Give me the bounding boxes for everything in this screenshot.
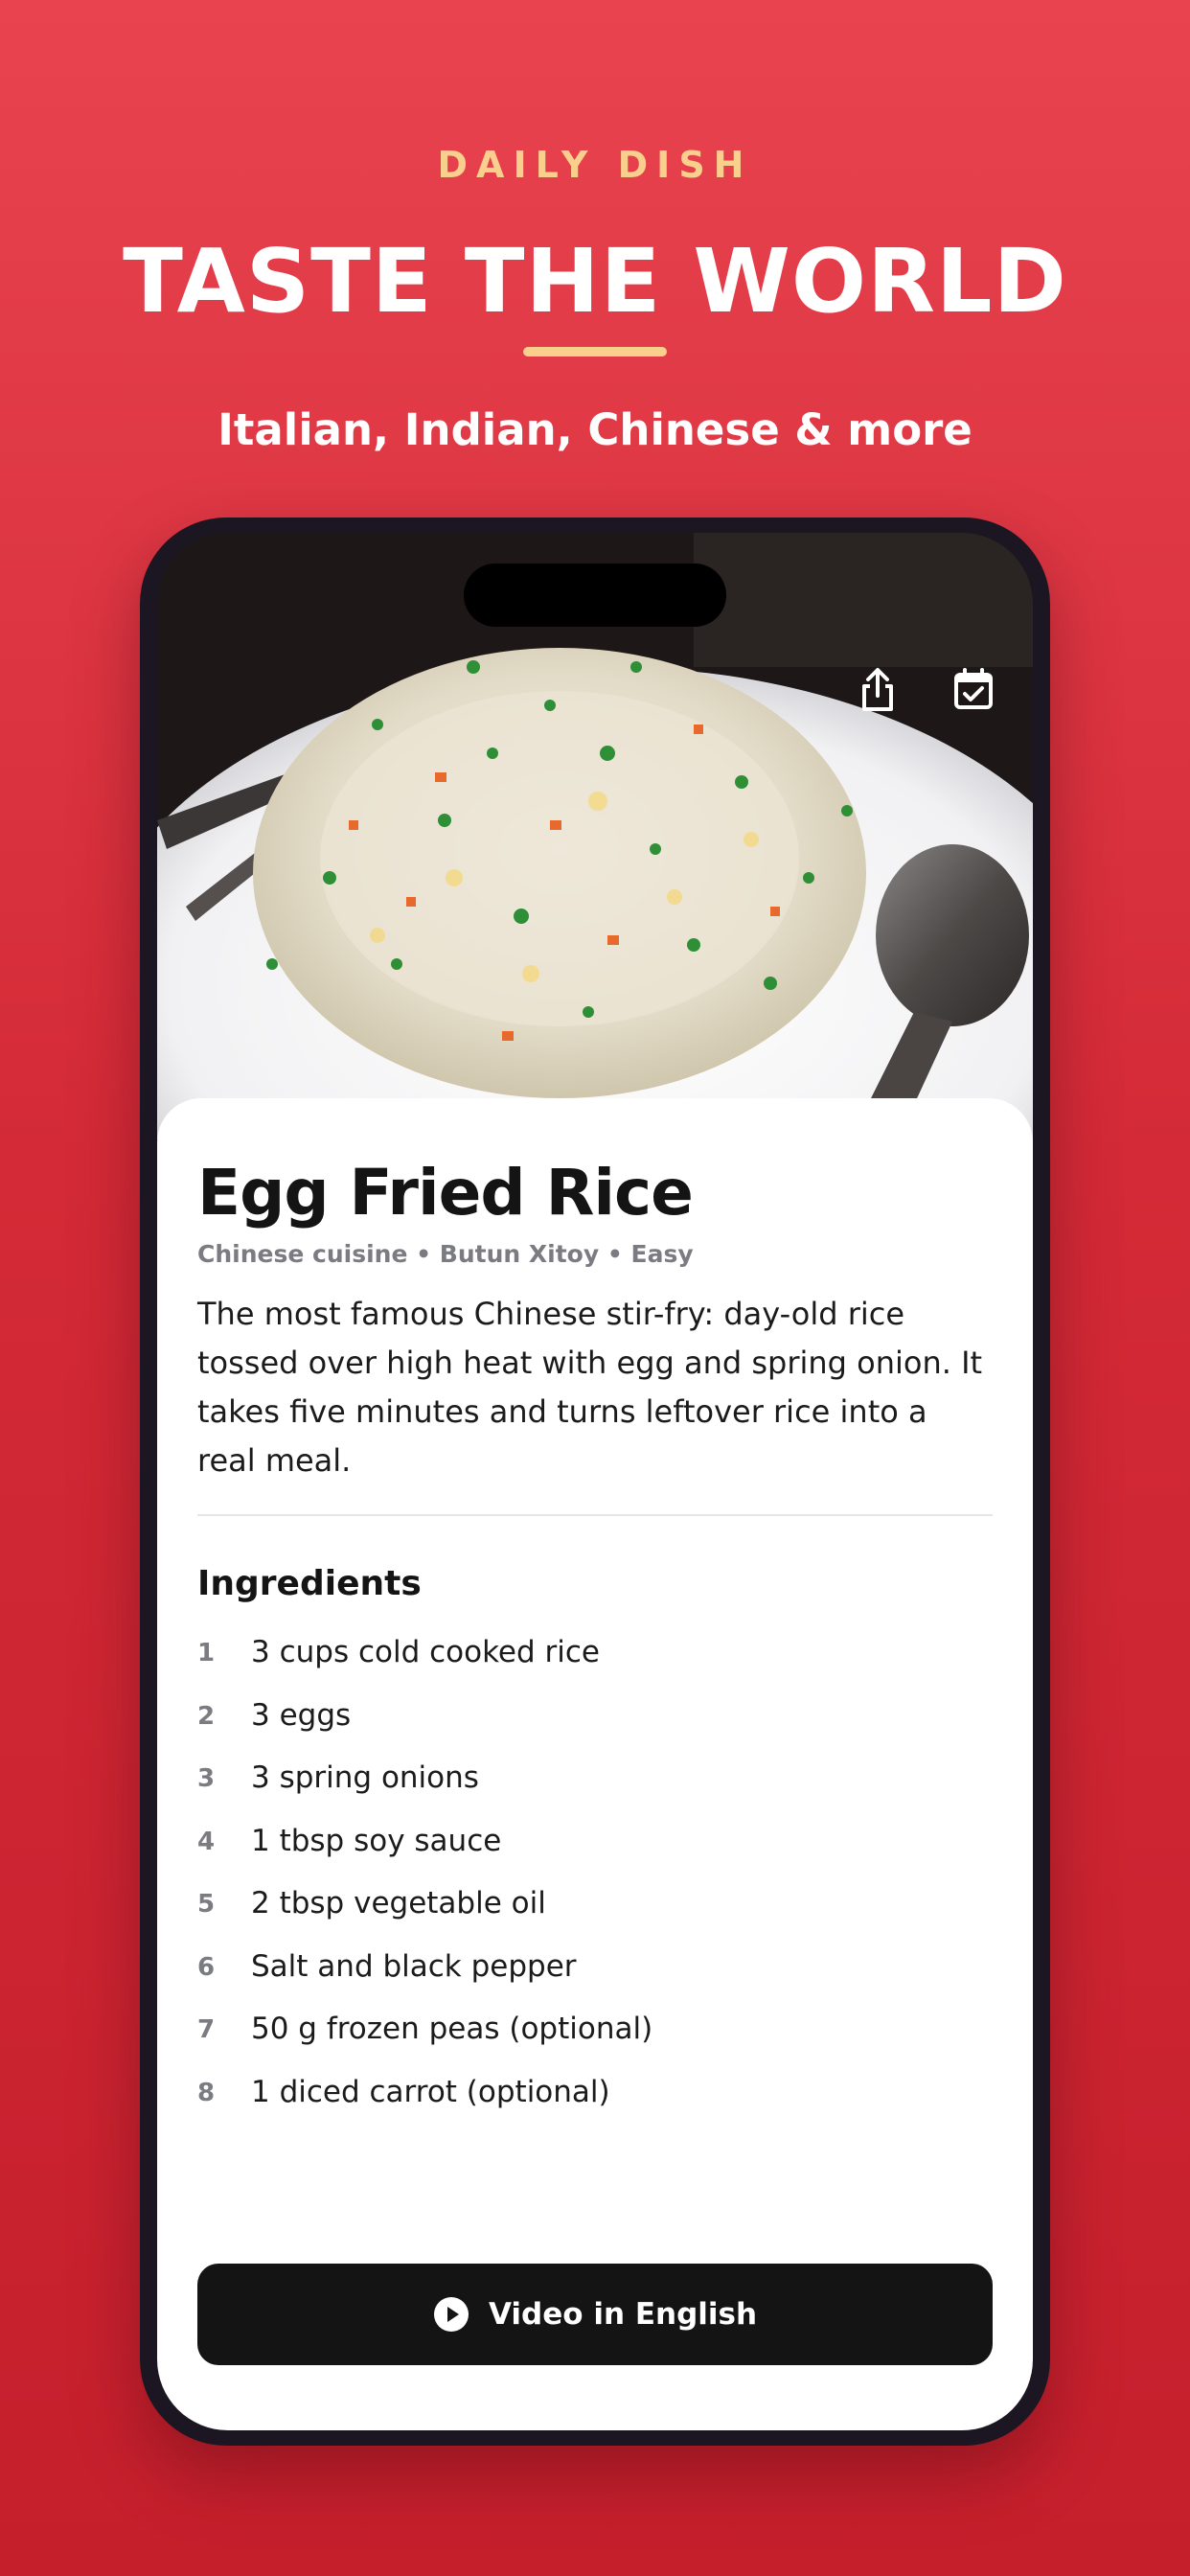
video-button-label: Video in English xyxy=(488,2297,758,2332)
ingredient-item: 8 1 diced carrot (optional) xyxy=(197,2075,993,2138)
ingredient-number: 1 xyxy=(197,1639,216,1668)
ingredient-number: 6 xyxy=(197,1952,216,1982)
ingredient-item: 4 1 tbsp soy sauce xyxy=(197,1824,993,1887)
ingredient-item: 1 3 cups cold cooked rice xyxy=(197,1635,993,1698)
ingredient-text: 1 diced carrot (optional) xyxy=(251,2074,610,2109)
phone-frame: Egg Fried Rice Chinese cuisine • Butun X… xyxy=(140,518,1050,2446)
calendar-button[interactable] xyxy=(952,667,1014,728)
ingredient-text: 3 cups cold cooked rice xyxy=(251,1635,601,1669)
recipe-meta: Chinese cuisine • Butun Xitoy • Easy xyxy=(197,1240,694,1268)
promo-underline xyxy=(523,347,667,356)
ingredient-number: 2 xyxy=(197,1701,216,1731)
recipe-description: The most famous Chinese stir-fry: day-ol… xyxy=(197,1296,983,1479)
ingredient-number: 5 xyxy=(197,1890,216,1919)
video-button[interactable]: Video in English xyxy=(197,2264,993,2365)
ingredient-text: 3 eggs xyxy=(251,1697,352,1733)
ingredient-item: 5 2 tbsp vegetable oil xyxy=(197,1886,993,1949)
share-icon xyxy=(862,668,893,711)
phone-screen: Egg Fried Rice Chinese cuisine • Butun X… xyxy=(157,533,1033,2430)
promo-title: TASTE THE WORLD xyxy=(123,230,1067,333)
ingredient-number: 4 xyxy=(197,1827,216,1856)
ingredients-list: 1 3 cups cold cooked rice 2 3 eggs 3 3 s… xyxy=(197,1635,993,2137)
recipe-title: Egg Fried Rice xyxy=(197,1156,694,1230)
ingredient-item: 6 Salt and black pepper xyxy=(197,1949,993,2012)
ingredient-item: 7 50 g frozen peas (optional) xyxy=(197,2012,993,2075)
hero-photo xyxy=(157,533,1033,1146)
ingredient-text: 3 spring onions xyxy=(251,1760,479,1795)
dynamic-island xyxy=(464,564,726,627)
ingredient-text: 50 g frozen peas (optional) xyxy=(251,2012,653,2046)
ingredient-text: 2 tbsp vegetable oil xyxy=(251,1886,546,1920)
recipe-card: Egg Fried Rice Chinese cuisine • Butun X… xyxy=(157,1098,1033,2430)
promo-eyebrow: DAILY DISH xyxy=(437,144,753,186)
play-circle-icon xyxy=(433,2297,469,2332)
divider xyxy=(197,1514,993,1516)
ingredient-item: 2 3 eggs xyxy=(197,1698,993,1761)
ingredient-text: Salt and black pepper xyxy=(251,1948,577,1984)
ingredient-text: 1 tbsp soy sauce xyxy=(251,1823,502,1858)
ingredients-heading: Ingredients xyxy=(197,1564,422,1603)
ingredient-item: 3 3 spring onions xyxy=(197,1760,993,1824)
promo-subtitle: Italian, Indian, Chinese & more xyxy=(217,404,973,455)
share-button[interactable] xyxy=(857,667,918,728)
calendar-check-icon xyxy=(954,668,993,709)
ingredient-number: 8 xyxy=(197,2078,216,2107)
ingredient-number: 3 xyxy=(197,1764,216,1793)
ingredient-number: 7 xyxy=(197,2015,216,2044)
